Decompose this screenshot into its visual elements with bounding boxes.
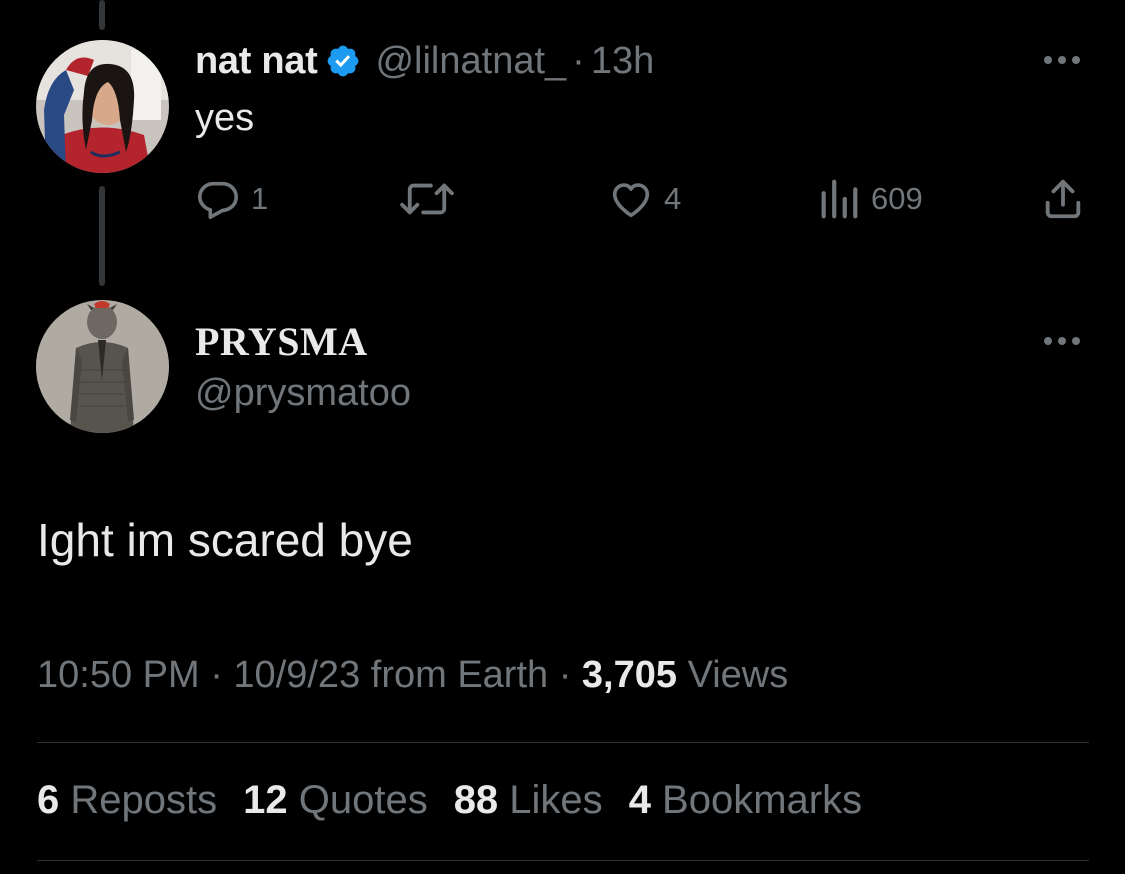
- like-icon: [608, 176, 654, 222]
- parent-display-name[interactable]: nat nat: [195, 40, 318, 83]
- divider-bottom: [37, 860, 1089, 861]
- main-handle[interactable]: @prysmatoo: [195, 372, 411, 415]
- parent-avatar[interactable]: [36, 40, 169, 173]
- tweet-timestamp[interactable]: 10:50 PM · 10/9/23 from Earth ·: [37, 654, 582, 696]
- thread-line-bottom: [99, 186, 105, 286]
- share-button[interactable]: [1040, 176, 1086, 222]
- reply-icon: [195, 176, 241, 222]
- quotes-count: 12: [243, 778, 288, 822]
- engagement-stats: 6 Reposts 12 Quotes 88 Likes 4 Bookmarks: [37, 778, 888, 823]
- main-display-name[interactable]: PRYSMA: [195, 318, 368, 365]
- tweet-meta: 10:50 PM · 10/9/23 from Earth · 3,705 Vi…: [37, 654, 788, 697]
- share-icon: [1040, 176, 1086, 222]
- reply-count: 1: [251, 181, 269, 216]
- bookmarks-stat[interactable]: 4 Bookmarks: [629, 778, 862, 823]
- parent-tweet-text: yes: [195, 97, 255, 139]
- parent-handle[interactable]: @lilnatnat_: [375, 40, 566, 83]
- likes-label: Likes: [498, 778, 603, 822]
- tweet-views-label: Views: [677, 654, 789, 696]
- parent-more-icon[interactable]: [1040, 53, 1084, 67]
- separator-dot: ·: [572, 39, 585, 82]
- repost-icon: [398, 176, 456, 222]
- like-count: 4: [664, 181, 682, 216]
- reposts-stat[interactable]: 6 Reposts: [37, 778, 217, 823]
- thread-line-top: [99, 0, 105, 30]
- repost-button[interactable]: [398, 176, 456, 222]
- main-tweet-text: Ight im scared bye: [37, 514, 413, 566]
- divider-top: [37, 742, 1089, 743]
- bookmarks-label: Bookmarks: [650, 778, 863, 822]
- likes-stat[interactable]: 88 Likes: [454, 778, 603, 823]
- bookmarks-count: 4: [628, 778, 651, 822]
- views-button[interactable]: 609: [817, 176, 923, 222]
- main-more-icon[interactable]: [1040, 334, 1084, 348]
- quotes-label: Quotes: [287, 778, 428, 822]
- parent-header: nat nat @lilnatnat_ · 13h: [195, 36, 654, 86]
- reposts-count: 6: [37, 778, 60, 822]
- views-icon: [817, 176, 861, 222]
- reply-button[interactable]: 1: [195, 176, 268, 222]
- tweet-views-count: 3,705: [581, 654, 678, 696]
- like-button[interactable]: 4: [608, 176, 681, 222]
- views-count: 609: [871, 181, 923, 216]
- reposts-label: Reposts: [59, 778, 218, 822]
- parent-time[interactable]: 13h: [591, 40, 654, 83]
- verified-badge-icon[interactable]: [325, 43, 361, 79]
- quotes-stat[interactable]: 12 Quotes: [243, 778, 428, 823]
- likes-count: 88: [453, 778, 499, 822]
- main-avatar[interactable]: [36, 300, 169, 433]
